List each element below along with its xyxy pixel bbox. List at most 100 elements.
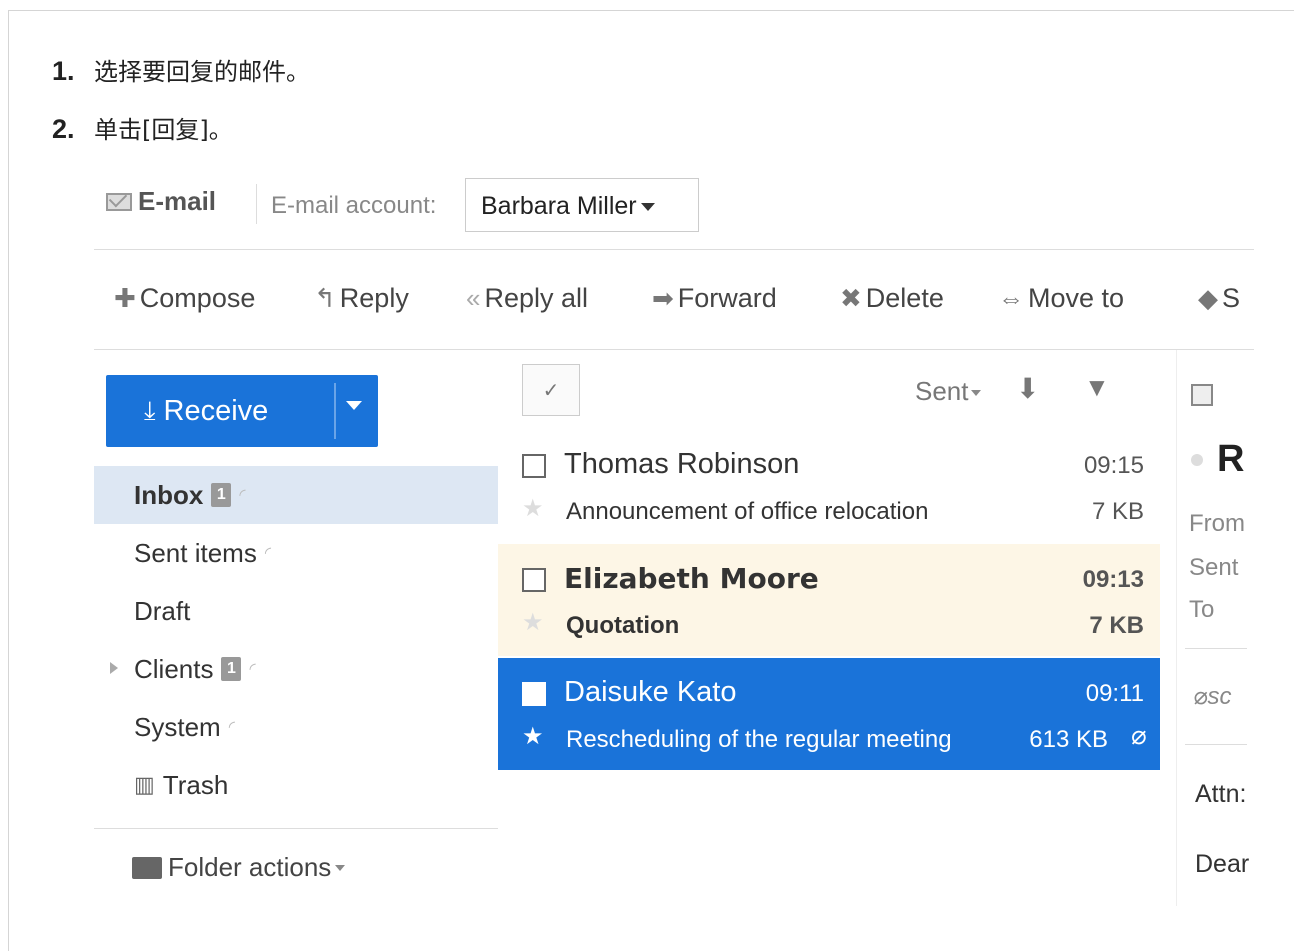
app-title-text: E-mail bbox=[138, 186, 217, 216]
filter-icon[interactable]: ▼ bbox=[1084, 372, 1110, 403]
forward-button[interactable]: ➡ Forward bbox=[652, 283, 777, 314]
reply-button[interactable]: ↰ Reply bbox=[314, 283, 409, 314]
reply-all-icon: « bbox=[466, 283, 481, 313]
message-size: 7 KB bbox=[1089, 612, 1144, 639]
message-time: 09:11 bbox=[1085, 680, 1144, 707]
message-time: 09:13 bbox=[1082, 566, 1144, 593]
email-screenshot: E-mail E-mail account: Barbara Miller ✚ … bbox=[94, 164, 1254, 906]
sort-label: Sent bbox=[915, 376, 969, 406]
folder-icon bbox=[132, 856, 162, 879]
sidebar-item-trash[interactable]: ▥ Trash bbox=[94, 756, 498, 814]
divider bbox=[94, 828, 498, 829]
chevron-down-icon bbox=[335, 864, 346, 871]
receive-button[interactable]: ⤓ Receive bbox=[106, 375, 334, 447]
star-icon[interactable] bbox=[1191, 454, 1203, 466]
sidebar-item-clients[interactable]: Clients 1 ◜ bbox=[94, 640, 498, 698]
message-size: 7 KB bbox=[1091, 498, 1144, 525]
move-to-label: Move to bbox=[1028, 283, 1125, 313]
message-checkbox[interactable] bbox=[522, 454, 546, 478]
step-number: 2. bbox=[52, 114, 75, 144]
trash-icon: ▥ bbox=[134, 772, 155, 797]
more-button[interactable]: ◆ S bbox=[1198, 283, 1240, 314]
divider bbox=[256, 184, 257, 224]
compose-button[interactable]: ✚ Compose bbox=[114, 283, 255, 314]
expand-icon[interactable] bbox=[1191, 384, 1213, 406]
sidebar-item-sent[interactable]: Sent items ◜ bbox=[94, 524, 498, 582]
divider bbox=[1185, 648, 1247, 649]
step-text: 选择要回复的邮件。 bbox=[94, 58, 310, 86]
preview-sent-label: Sent bbox=[1189, 554, 1239, 581]
preview-to-label: To bbox=[1189, 596, 1215, 623]
forward-icon: ➡ bbox=[652, 283, 674, 313]
preview-body-line: Dear bbox=[1195, 850, 1250, 878]
feed-icon: ◜ bbox=[249, 661, 256, 678]
delete-button[interactable]: ✖ Delete bbox=[840, 283, 944, 314]
preview-from-label: From bbox=[1189, 510, 1245, 537]
toolbar: ✚ Compose ↰ Reply « Reply all ➡ Forward … bbox=[94, 250, 1254, 350]
message-checkbox[interactable] bbox=[522, 568, 546, 592]
folder-actions-button[interactable]: Folder actions bbox=[132, 852, 346, 883]
chevron-down-icon[interactable] bbox=[346, 401, 362, 410]
receive-label: Receive bbox=[163, 394, 269, 427]
folder-label: Draft bbox=[134, 595, 191, 626]
expand-arrow-icon[interactable] bbox=[110, 662, 118, 674]
sidebar-item-inbox[interactable]: Inbox 1 ◜ bbox=[94, 466, 498, 524]
select-all-checkbox[interactable]: ✓ bbox=[522, 364, 580, 416]
star-icon[interactable]: ★ bbox=[522, 722, 544, 751]
list-header: ✓ Sent ⬇ ▼ bbox=[498, 350, 1160, 430]
message-subject: Announcement of office relocation bbox=[566, 498, 929, 525]
mail-icon bbox=[106, 192, 132, 211]
message-sender: Elizabeth Moore bbox=[564, 562, 819, 595]
account-select[interactable]: Barbara Miller bbox=[465, 178, 699, 232]
app-title: E-mail bbox=[106, 186, 216, 217]
reply-all-button[interactable]: « Reply all bbox=[466, 283, 588, 314]
account-label: E-mail account: bbox=[271, 192, 437, 219]
chevron-down-icon bbox=[640, 203, 655, 212]
message-row-selected[interactable]: Daisuke Kato 09:11 ★ Rescheduling of the… bbox=[498, 658, 1160, 770]
message-row[interactable]: Thomas Robinson 09:15 ★ Announcement of … bbox=[498, 430, 1160, 542]
sort-dropdown[interactable]: Sent bbox=[915, 376, 981, 407]
chevron-down-icon bbox=[970, 390, 981, 397]
divider bbox=[1185, 744, 1247, 745]
message-sender: Daisuke Kato bbox=[564, 676, 737, 708]
star-icon[interactable]: ★ bbox=[522, 494, 544, 523]
plus-icon: ✚ bbox=[114, 283, 136, 313]
sidebar-item-draft[interactable]: Draft bbox=[94, 582, 498, 640]
message-subject: Quotation bbox=[566, 612, 680, 639]
receive-button-group: ⤓ Receive bbox=[106, 375, 378, 447]
step-1: 1. 选择要回复的邮件。 bbox=[52, 52, 310, 87]
close-icon: ✖ bbox=[840, 283, 862, 313]
compose-label: Compose bbox=[139, 283, 256, 313]
folder-label: Clients bbox=[134, 653, 214, 684]
message-checkbox[interactable] bbox=[522, 682, 546, 706]
paperclip-icon: ⌀ bbox=[1193, 683, 1208, 710]
sidebar-item-system[interactable]: System ◜ bbox=[94, 698, 498, 756]
feed-icon: ◜ bbox=[239, 487, 246, 504]
folder-label: Trash bbox=[162, 769, 229, 800]
feed-icon: ◜ bbox=[228, 719, 235, 736]
attachment-name: sc bbox=[1207, 683, 1232, 710]
move-icon: ⇔ bbox=[998, 283, 1024, 313]
message-size: 613 KB bbox=[1029, 726, 1108, 753]
attachment-link[interactable]: ⌀sc bbox=[1193, 682, 1231, 711]
app-header: E-mail E-mail account: Barbara Miller bbox=[94, 164, 1254, 250]
more-label: S bbox=[1222, 283, 1241, 313]
preview-body-line: Attn: bbox=[1195, 780, 1247, 808]
reply-label: Reply bbox=[339, 283, 409, 313]
folder-actions-label: Folder actions bbox=[168, 852, 332, 882]
message-subject: Rescheduling of the regular meeting bbox=[566, 726, 952, 753]
step-number: 1. bbox=[52, 56, 75, 86]
delete-label: Delete bbox=[865, 283, 944, 313]
preview-pane: R From Sent To ⌀sc Attn: Dear bbox=[1176, 350, 1254, 906]
divider bbox=[334, 383, 336, 439]
sort-direction-icon[interactable]: ⬇ bbox=[1016, 372, 1039, 405]
move-to-button[interactable]: ⇔ Move to bbox=[998, 283, 1124, 314]
download-icon: ⤓ bbox=[144, 395, 156, 425]
folder-label: Inbox bbox=[134, 479, 204, 510]
message-time: 09:15 bbox=[1083, 452, 1144, 479]
unread-badge: 1 bbox=[211, 483, 232, 507]
message-row[interactable]: Elizabeth Moore 09:13 ★ Quotation 7 KB bbox=[498, 544, 1160, 656]
star-icon[interactable]: ★ bbox=[522, 608, 544, 637]
feed-icon: ◜ bbox=[264, 545, 272, 562]
step-2: 2. 单击[回复]。 bbox=[52, 110, 233, 145]
